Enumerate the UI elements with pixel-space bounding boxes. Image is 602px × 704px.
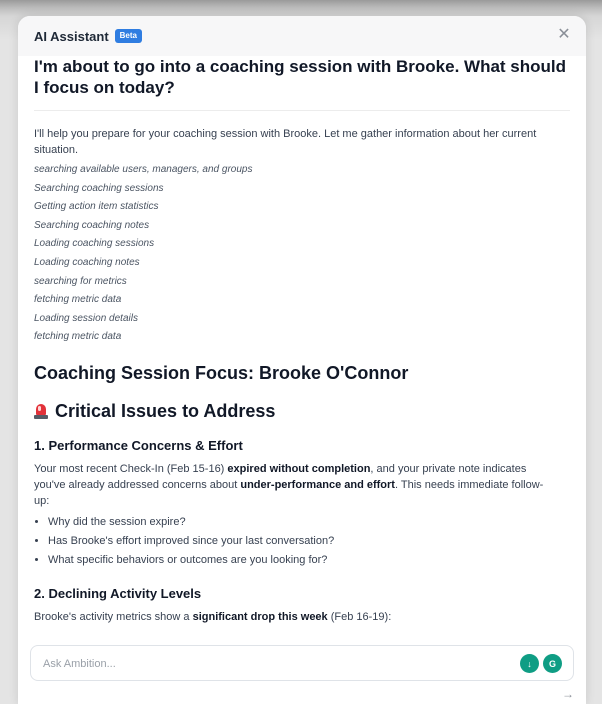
chat-input[interactable] (41, 654, 505, 674)
panel-header: AI Assistant Beta ✕ (18, 16, 586, 56)
tool-call-item: Getting action item statistics (34, 201, 159, 213)
tool-call-item: fetching metric data (34, 294, 122, 306)
critical-issues-heading: Critical Issues to Address (34, 400, 570, 422)
tool-call-item: Searching coaching notes (34, 219, 150, 231)
tool-call-item: Searching coaching sessions (34, 182, 164, 194)
tool-call-item: Loading session details (34, 312, 138, 324)
beta-badge: Beta (114, 29, 142, 43)
assistant-intro: I'll help you prepare for your coaching … (34, 128, 537, 156)
tool-call-item: searching for metrics (34, 275, 127, 287)
tool-call-item: fetching metric data (34, 331, 122, 343)
send-arrow-icon[interactable]: → (562, 688, 574, 700)
close-icon[interactable]: ✕ (556, 27, 572, 43)
tool-call-item: searching available users, managers, and… (34, 164, 253, 175)
avatar[interactable]: G (543, 654, 562, 673)
conversation: I'm about to go into a coaching session … (34, 56, 570, 666)
bullet-list: Why did the session expire? Has Brooke's… (34, 513, 570, 570)
siren-icon (34, 403, 48, 419)
response-heading: Coaching Session Focus: Brooke O'Connor (34, 362, 409, 383)
user-question: I'm about to go into a coaching session … (34, 56, 570, 111)
list-item: Has Brooke's effort improved since your … (48, 532, 570, 551)
section-paragraph: Brooke's activity metrics show a signifi… (34, 610, 392, 623)
list-item: Why did the session expire? (48, 513, 570, 532)
section-heading: 1. Performance Concerns & Effort (34, 437, 243, 453)
tool-call-item: Loading coaching notes (34, 256, 140, 268)
critical-issues-label: Critical Issues to Address (55, 400, 276, 421)
assistant-panel: AI Assistant Beta ✕ I'm about to go into… (18, 16, 586, 704)
chat-input-box[interactable]: ↓ G (30, 645, 574, 681)
panel-title: AI Assistant (34, 28, 109, 44)
composer: ↓ G → (18, 633, 586, 704)
section-paragraph: Your most recent Check-In (Feb 15-16) ex… (34, 462, 544, 507)
arrow-down-icon[interactable]: ↓ (520, 654, 539, 673)
list-item: What specific behaviors or outcomes are … (48, 551, 570, 570)
tool-call-item: Loading coaching sessions (34, 238, 155, 250)
tool-call-list: searching available users, managers, and… (34, 161, 570, 347)
section-heading: 2. Declining Activity Levels (34, 585, 202, 601)
